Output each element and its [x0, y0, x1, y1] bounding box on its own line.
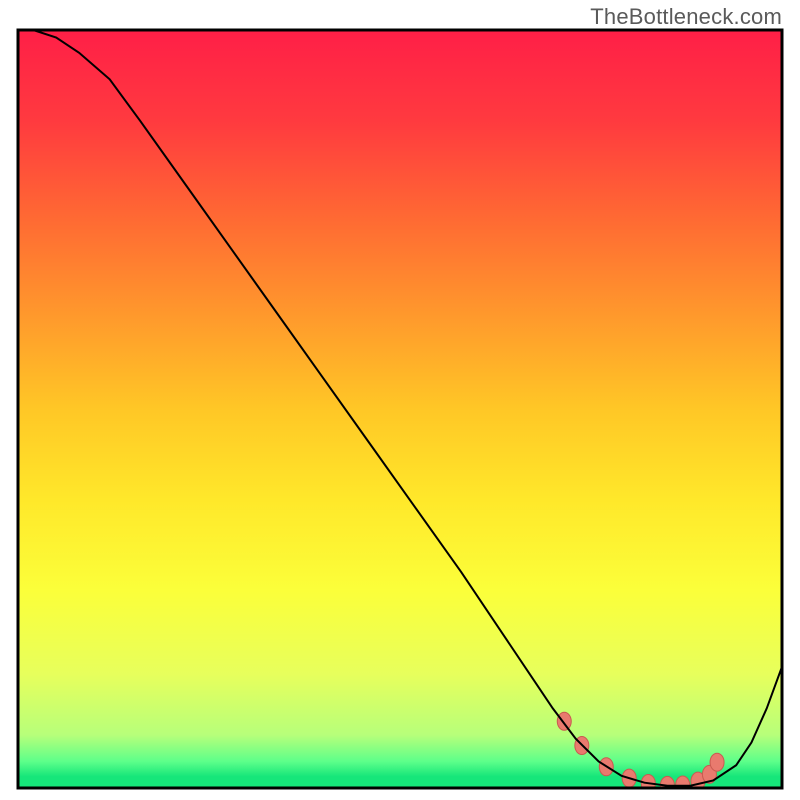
bottleneck-chart	[0, 0, 800, 800]
watermark-text: TheBottleneck.com	[590, 4, 782, 30]
marker-dot	[710, 753, 724, 771]
marker-dot	[557, 712, 571, 730]
gradient-background	[18, 30, 782, 788]
chart-container: TheBottleneck.com	[0, 0, 800, 800]
